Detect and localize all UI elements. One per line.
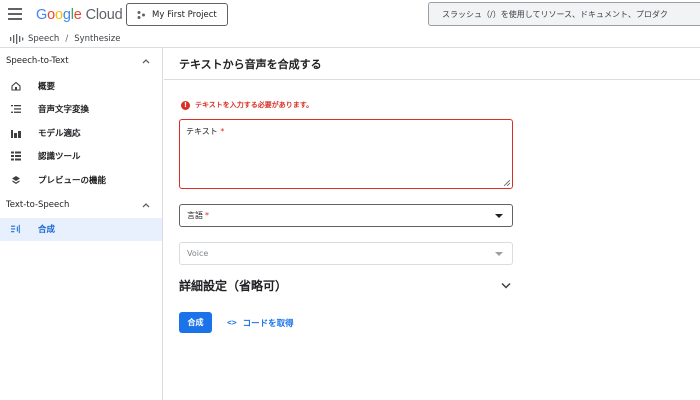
resize-handle-icon[interactable] [504, 180, 510, 186]
top-bar: Go o g l e Cloud My First Project スラッシュ（/）を使用… [0, 0, 700, 30]
sidebar-item-label: 音声文字変換 [38, 105, 90, 116]
text-input-area[interactable]: テキスト * [179, 119, 513, 189]
sidebar-item-model-adaptation[interactable]: モデル適応 [0, 121, 162, 145]
text-field-label: テキスト [186, 127, 218, 136]
language-label: 言語 [187, 211, 203, 220]
logo-letter-g: G [36, 7, 48, 23]
breadcrumb-synthesize[interactable]: Synthesize [74, 34, 120, 44]
logo-letter-e: e [73, 7, 82, 23]
sidebar-item-synthesize[interactable]: 合成 [0, 217, 162, 241]
synthesize-icon [11, 224, 21, 234]
sidebar-item-label: モデル適応 [38, 128, 81, 139]
sidebar-item-transcription[interactable]: 音声文字変換 [0, 98, 162, 122]
logo-cloud-text: Cloud [85, 7, 123, 23]
sidebar-section-title: Text-to-Speech [6, 199, 70, 210]
breadcrumb-speech[interactable]: Speech [28, 34, 59, 44]
voice-label: Voice [187, 249, 209, 258]
code-icon: <> [227, 318, 237, 327]
language-select[interactable]: 言語 * [179, 204, 513, 227]
sidebar-section-speech-to-text[interactable]: Speech-to-Text [0, 48, 162, 74]
logo-letter-o2: o [54, 7, 63, 23]
chart-icon [11, 128, 21, 138]
voice-select[interactable]: Voice [179, 242, 513, 265]
project-picker-button[interactable]: My First Project [126, 3, 228, 26]
sidebar-item-overview[interactable]: 概要 [0, 74, 162, 98]
chevron-down-icon [501, 282, 511, 289]
menu-icon[interactable] [8, 8, 22, 20]
logo-letter-g2: g [62, 7, 71, 23]
chevron-up-icon [142, 202, 150, 207]
sidebar: Speech-to-Text 概要 音声文字変換 モデル適応 認識ツール プレビ… [0, 48, 163, 400]
logo-letter-o1: o [47, 7, 55, 23]
project-name: My First Project [152, 9, 217, 20]
search-input[interactable]: スラッシュ（/）を使用してリソース、ドキュメント、プロダク [428, 2, 700, 26]
grid-list-icon [11, 151, 21, 161]
error-message: ! テキストを入力する必要があります。 [181, 100, 313, 110]
error-text: テキストを入力する必要があります。 [195, 101, 314, 109]
breadcrumb: Speech / Synthesize [0, 30, 700, 48]
sidebar-item-label: 認識ツール [38, 152, 81, 163]
google-cloud-logo[interactable]: Go o g l e Cloud [36, 6, 123, 24]
dropdown-arrow-icon [495, 214, 503, 218]
speech-wave-icon [10, 33, 24, 44]
breadcrumb-separator: / [65, 33, 69, 44]
sidebar-item-label: 概要 [38, 81, 56, 92]
sidebar-section-title: Speech-to-Text [6, 56, 69, 66]
page-title: テキストから音声を合成する [164, 48, 700, 80]
main-content: テキストから音声を合成する ! テキストを入力する必要があります。 テキスト *… [164, 48, 700, 400]
sidebar-item-label: 合成 [38, 225, 56, 236]
project-dots-icon [137, 10, 145, 19]
required-mark: * [205, 211, 209, 220]
home-icon [11, 81, 21, 91]
required-mark: * [220, 127, 225, 136]
get-code-label: コードを取得 [242, 318, 294, 329]
sidebar-section-text-to-speech[interactable]: Text-to-Speech [0, 192, 162, 218]
error-icon: ! [181, 100, 190, 110]
sidebar-item-label: プレビューの機能 [38, 175, 107, 186]
get-code-link[interactable]: <> コードを取得 [227, 312, 294, 333]
chevron-up-icon [142, 59, 150, 64]
advanced-settings-toggle[interactable]: 詳細設定（省略可） [179, 274, 513, 296]
layers-icon [11, 175, 21, 185]
advanced-settings-label: 詳細設定（省略可） [179, 278, 288, 293]
synthesize-button[interactable]: 合成 [179, 312, 212, 333]
list-icon [11, 104, 21, 114]
sidebar-item-preview-features[interactable]: プレビューの機能 [0, 168, 162, 192]
search-placeholder: スラッシュ（/）を使用してリソース、ドキュメント、プロダク [442, 9, 668, 19]
dropdown-arrow-icon [495, 252, 503, 256]
sidebar-item-recognizers[interactable]: 認識ツール [0, 145, 162, 169]
